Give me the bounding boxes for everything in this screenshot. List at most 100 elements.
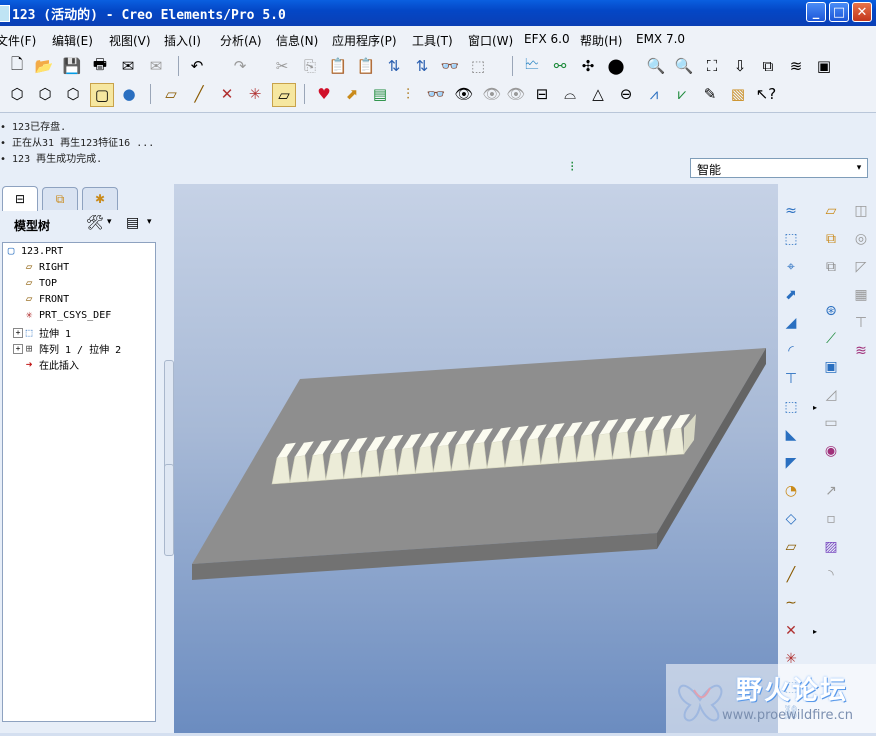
- redo-icon[interactable]: ↷: [229, 55, 251, 77]
- hide-eye-icon[interactable]: 👁: [481, 83, 503, 105]
- hidden-line-icon[interactable]: ⬡: [34, 83, 56, 105]
- datum-axes-display-icon[interactable]: ╱: [188, 83, 210, 105]
- graphics-viewport[interactable]: [174, 184, 778, 733]
- annotation-display-icon[interactable]: ▱: [272, 83, 296, 107]
- find-icon[interactable]: 👓: [439, 55, 461, 77]
- menu-file[interactable]: 文件(F): [0, 32, 36, 49]
- blend-icon[interactable]: ◢: [780, 312, 802, 334]
- no-hidden-icon[interactable]: ⬡: [62, 83, 84, 105]
- draft-icon[interactable]: ◤: [780, 452, 802, 474]
- datum-curve-tool-icon[interactable]: ∼: [780, 592, 802, 614]
- analysis-icon[interactable]: ⫶: [397, 83, 419, 105]
- tree-item-part[interactable]: ▢ 123.PRT: [5, 245, 63, 257]
- copy-icon[interactable]: ⎘: [299, 55, 321, 77]
- surface-analysis-icon[interactable]: ⩗: [671, 83, 693, 105]
- enhanced-realism-icon[interactable]: ●: [118, 83, 140, 105]
- measure-distance-icon[interactable]: ⊟: [531, 83, 553, 105]
- expand-icon[interactable]: +: [13, 327, 23, 338]
- paste-special-icon[interactable]: 📋: [355, 55, 377, 77]
- shading-icon[interactable]: ▢: [90, 83, 114, 107]
- tree-item-right[interactable]: ▱ RIGHT: [23, 261, 69, 273]
- cut-icon[interactable]: ✂: [271, 55, 293, 77]
- layers-icon[interactable]: ≋: [785, 55, 807, 77]
- menu-applications[interactable]: 应用程序(P): [332, 32, 397, 49]
- repaint-icon[interactable]: 🗠: [521, 55, 543, 77]
- zoom-out-icon[interactable]: 🔍: [673, 55, 695, 77]
- orient-mode-icon[interactable]: ✣: [577, 55, 599, 77]
- expand-icon[interactable]: +: [13, 343, 23, 354]
- sweep-icon[interactable]: ⬈: [780, 284, 802, 306]
- glasses-icon[interactable]: 👓: [425, 83, 447, 105]
- email-icon[interactable]: ✉: [117, 55, 139, 77]
- regenerate-icon[interactable]: ⇅: [383, 55, 405, 77]
- round-icon[interactable]: ◜: [780, 340, 802, 362]
- revolve-icon[interactable]: ⌖: [780, 256, 802, 278]
- edit-pencil-icon[interactable]: ✎: [699, 83, 721, 105]
- close-button[interactable]: ✕: [852, 2, 872, 22]
- tree-item-csys[interactable]: ✳ PRT_CSYS_DEF: [23, 309, 112, 321]
- intersect-icon[interactable]: ▫: [820, 508, 842, 530]
- tree-item-extrude-1[interactable]: + ⬚ 拉伸 1: [13, 325, 71, 340]
- model-tree-tab-icon[interactable]: ⊟: [2, 186, 38, 211]
- project-icon[interactable]: ◝: [820, 564, 842, 586]
- sketch-icon[interactable]: ≈: [780, 200, 802, 222]
- variable-section-icon[interactable]: ◸: [850, 256, 872, 278]
- menu-help[interactable]: 帮助(H): [580, 32, 622, 49]
- grid-icon[interactable]: ▦: [850, 284, 872, 306]
- reorient-icon[interactable]: ⇩: [729, 55, 751, 77]
- hole-icon[interactable]: ⊤: [780, 368, 802, 390]
- panel-sash-lower[interactable]: [164, 464, 174, 556]
- maximize-button[interactable]: □: [829, 2, 849, 22]
- measure-angle-icon[interactable]: △: [587, 83, 609, 105]
- import-icon[interactable]: ⬈: [341, 83, 363, 105]
- favorites-heart-icon[interactable]: ♥: [313, 83, 335, 105]
- layers-tab-icon[interactable]: ⧉: [42, 187, 78, 210]
- menu-view[interactable]: 视图(V): [109, 32, 151, 49]
- menu-window[interactable]: 窗口(W): [468, 32, 513, 49]
- zoom-in-icon[interactable]: 🔍: [645, 55, 667, 77]
- mirror-feature-icon[interactable]: ⧉: [820, 228, 842, 250]
- refit-icon[interactable]: ⛶: [701, 55, 723, 77]
- group-icon[interactable]: ⧉: [820, 256, 842, 278]
- rib-icon[interactable]: ◣: [780, 424, 802, 446]
- datum-plane-tool-icon[interactable]: ▱: [780, 536, 802, 558]
- copy-feature-icon[interactable]: ▱: [820, 200, 842, 222]
- shell-icon[interactable]: ⬚: [780, 396, 802, 418]
- open-folder-icon[interactable]: 📂: [33, 55, 55, 77]
- new-file-icon[interactable]: 🗋: [6, 55, 28, 77]
- warp-icon[interactable]: ◉: [820, 440, 842, 462]
- merge-icon[interactable]: ◇: [780, 508, 802, 530]
- menu-info[interactable]: 信息(N): [276, 32, 318, 49]
- appearance-sphere-icon[interactable]: ⬤: [605, 55, 627, 77]
- fill-icon[interactable]: ▨: [820, 536, 842, 558]
- datum-planes-display-icon[interactable]: ▱: [160, 83, 182, 105]
- menu-edit[interactable]: 编辑(E): [52, 32, 93, 49]
- view-eye-icon[interactable]: 👁: [453, 83, 475, 105]
- chevron-down-icon[interactable]: ▾: [147, 217, 152, 227]
- email-link-icon[interactable]: ✉: [145, 55, 167, 77]
- extrude-tool-icon[interactable]: ⬚: [780, 228, 802, 250]
- pattern-tool-icon[interactable]: ⊛: [820, 300, 842, 322]
- saved-views-icon[interactable]: ⧉: [757, 55, 779, 77]
- selection-box-icon[interactable]: ⬚: [467, 55, 489, 77]
- tree-item-front[interactable]: ▱ FRONT: [23, 293, 69, 305]
- datum-axis-tool-icon[interactable]: ╱: [780, 564, 802, 586]
- chamfer-icon[interactable]: ◔: [780, 480, 802, 502]
- csys-display-icon[interactable]: ✳: [244, 83, 266, 105]
- curve-analysis-icon[interactable]: ⩘: [643, 83, 665, 105]
- print-icon[interactable]: 🖶: [89, 55, 111, 77]
- style-curve-icon[interactable]: ≋: [850, 340, 872, 362]
- 3d-model-rack[interactable]: [174, 184, 778, 733]
- chevron-down-icon[interactable]: ▾: [107, 217, 112, 227]
- menu-efx[interactable]: EFX 6.0: [524, 32, 570, 46]
- measure-diameter-icon[interactable]: ⊖: [615, 83, 637, 105]
- folder-tab-icon[interactable]: ✱: [82, 187, 118, 210]
- paste-icon[interactable]: 📋: [327, 55, 349, 77]
- context-help-icon[interactable]: ↖?: [755, 83, 777, 105]
- unhide-eye-icon[interactable]: 👁: [505, 83, 527, 105]
- relations-icon[interactable]: ▧: [727, 83, 749, 105]
- tree-item-pattern-1[interactable]: + ⊞ 阵列 1 / 拉伸 2: [13, 341, 121, 356]
- measure-area-icon[interactable]: ⌓: [559, 83, 581, 105]
- solidify-icon[interactable]: ◿: [820, 384, 842, 406]
- tree-item-top[interactable]: ▱ TOP: [23, 277, 57, 289]
